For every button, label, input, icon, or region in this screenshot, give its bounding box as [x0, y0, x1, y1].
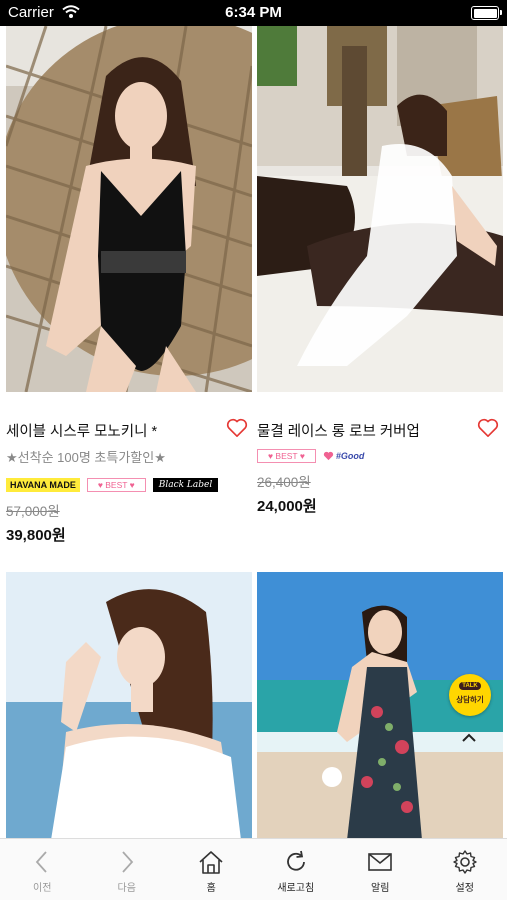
tab-label: 새로고침 [277, 883, 315, 894]
product-image[interactable] [257, 26, 503, 392]
sale-price: 39,800원 [6, 527, 66, 544]
refresh-icon [286, 850, 305, 871]
good-badge: #Good [323, 451, 365, 461]
product-name[interactable]: 세이블 시스루 모노키니 * [6, 420, 252, 441]
tab-label: 다음 [117, 883, 136, 894]
tab-label: 설정 [455, 883, 474, 894]
clock: 6:34 PM [225, 4, 282, 21]
tab-refresh[interactable]: 새로고침 [254, 839, 339, 900]
product-card[interactable]: 물결 레이스 롱 로브 커버업 ♥ BEST ♥ #Good 26,400원 2… [257, 26, 503, 516]
heart-icon[interactable] [226, 418, 248, 438]
home-icon [199, 851, 223, 874]
sale-price: 24,000원 [257, 498, 317, 515]
tab-back[interactable]: 이전 [0, 839, 85, 900]
good-badge-label: #Good [335, 451, 365, 461]
original-price: 26,400원 [257, 475, 311, 490]
product-photo [257, 26, 503, 392]
product-photo [6, 572, 252, 840]
chevron-left-icon [36, 851, 47, 873]
best-badge: ♥ BEST ♥ [86, 478, 146, 492]
product-subtitle: ★선착순 100명 초특가할인★ [6, 450, 166, 465]
kakao-talk-icon: TALK [459, 682, 481, 690]
status-bar: Carrier 6:34 PM [0, 0, 507, 26]
product-photo [6, 26, 252, 392]
product-name[interactable]: 물결 레이스 롱 로브 커버업 [257, 420, 503, 441]
tab-home[interactable]: 홈 [169, 839, 254, 900]
product-image[interactable] [6, 572, 252, 840]
tab-forward[interactable]: 다음 [85, 839, 170, 900]
badge-row: ♥ BEST ♥ #Good [257, 449, 503, 463]
tab-notifications[interactable]: 알림 [338, 839, 423, 900]
heart-icon [323, 451, 334, 461]
tab-settings[interactable]: 설정 [423, 839, 507, 900]
mail-icon [368, 853, 393, 871]
black-label-badge: Black Label [152, 478, 219, 492]
kakao-talk-label: 상담하기 [456, 695, 484, 704]
chevron-right-icon [122, 851, 133, 873]
product-image[interactable] [6, 26, 252, 392]
original-price: 57,000원 [6, 504, 60, 519]
havana-made-badge: HAVANA MADE [6, 478, 80, 492]
tab-label: 이전 [33, 883, 52, 894]
heart-icon[interactable] [477, 418, 499, 438]
kakao-talk-button[interactable]: TALK 상담하기 [449, 674, 491, 716]
battery-icon [471, 6, 502, 20]
bottom-tab-bar: 이전 다음 홈 새로고침 알림 설정 [0, 838, 507, 900]
tab-label: 홈 [206, 883, 216, 894]
scroll-top-icon[interactable] [460, 731, 478, 745]
product-card[interactable] [6, 572, 252, 840]
best-badge: ♥ BEST ♥ [257, 449, 316, 463]
tab-label: 알림 [371, 883, 390, 894]
badge-row: HAVANA MADE ♥ BEST ♥ Black Label [6, 478, 252, 492]
product-card[interactable]: 세이블 시스루 모노키니 * ★선착순 100명 초특가할인★ HAVANA M… [6, 26, 252, 545]
gear-icon [453, 850, 477, 874]
